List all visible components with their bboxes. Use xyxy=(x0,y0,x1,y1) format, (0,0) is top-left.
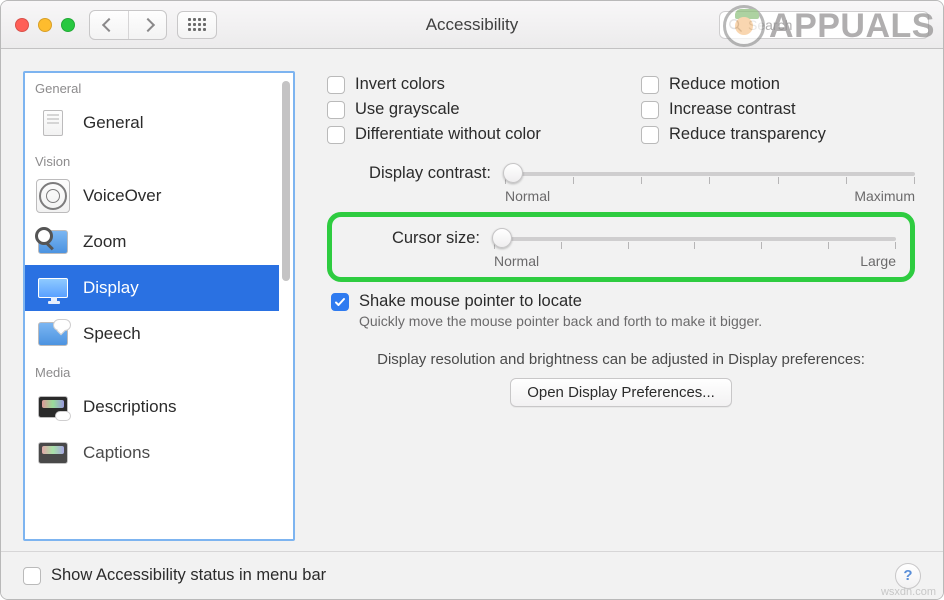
sidebar-item-general[interactable]: General xyxy=(25,100,279,146)
category-sidebar: General General Vision VoiceOver Zoom Di… xyxy=(23,71,295,541)
watermark-logo-icon xyxy=(723,5,765,47)
window-controls xyxy=(15,18,75,32)
checkbox[interactable] xyxy=(641,101,659,119)
sidebar-section-vision: Vision xyxy=(25,146,279,173)
option-use-grayscale[interactable]: Use grayscale xyxy=(327,100,601,119)
option-diff-without-color[interactable]: Differentiate without color xyxy=(327,125,601,144)
slider-knob[interactable] xyxy=(503,163,523,183)
sidebar-item-label: Speech xyxy=(83,324,141,344)
option-label: Invert colors xyxy=(355,75,445,94)
option-shake-mouse[interactable]: Shake mouse pointer to locate xyxy=(331,292,915,311)
checkbox[interactable] xyxy=(327,126,345,144)
display-options-grid: Invert colors Reduce motion Use grayscal… xyxy=(327,75,915,144)
zoom-icon xyxy=(35,227,71,257)
display-preferences-note: Display resolution and brightness can be… xyxy=(327,351,915,368)
grid-icon xyxy=(188,18,206,31)
sidebar-item-captions[interactable]: Captions xyxy=(25,430,279,476)
sidebar-section-media: Media xyxy=(25,357,279,384)
sidebar-section-general: General xyxy=(25,73,279,100)
checkbox[interactable] xyxy=(327,76,345,94)
shake-mouse-hint: Quickly move the mouse pointer back and … xyxy=(359,313,915,329)
cursor-size-row: Cursor size: Normal Large xyxy=(362,227,896,269)
sidebar-item-label: Zoom xyxy=(83,232,126,252)
checkbox[interactable] xyxy=(641,76,659,94)
checkbox[interactable] xyxy=(641,126,659,144)
sidebar-item-label: VoiceOver xyxy=(83,186,161,206)
option-label: Reduce motion xyxy=(669,75,780,94)
sidebar-item-label: Descriptions xyxy=(83,397,177,417)
show-all-button[interactable] xyxy=(177,11,217,39)
watermark-overlay: APPUALS xyxy=(723,5,935,47)
settings-pane: Invert colors Reduce motion Use grayscal… xyxy=(313,71,921,541)
slider-track xyxy=(505,172,915,176)
display-icon xyxy=(35,273,71,303)
sidebar-item-label: General xyxy=(83,113,143,133)
cursor-size-label: Cursor size: xyxy=(362,227,480,248)
sidebar-item-display[interactable]: Display xyxy=(25,265,279,311)
display-contrast-row: Display contrast: Normal Maximum xyxy=(351,162,915,204)
option-label: Shake mouse pointer to locate xyxy=(359,292,582,311)
sidebar-item-zoom[interactable]: Zoom xyxy=(25,219,279,265)
shake-mouse-block: Shake mouse pointer to locate Quickly mo… xyxy=(331,292,915,329)
watermark-text: APPUALS xyxy=(769,7,935,46)
cursor-size-slider[interactable] xyxy=(494,227,896,251)
slider-knob[interactable] xyxy=(492,228,512,248)
option-label: Show Accessibility status in menu bar xyxy=(51,566,326,585)
option-label: Differentiate without color xyxy=(355,125,541,144)
slider-ticks xyxy=(494,242,896,250)
minimize-window-button[interactable] xyxy=(38,18,52,32)
checkbox[interactable] xyxy=(331,293,349,311)
cursor-scale-labels: Normal Large xyxy=(494,251,896,269)
display-contrast-label: Display contrast: xyxy=(351,162,491,183)
display-contrast-slider[interactable] xyxy=(505,162,915,186)
content-area: General General Vision VoiceOver Zoom Di… xyxy=(1,49,943,551)
option-invert-colors[interactable]: Invert colors xyxy=(327,75,601,94)
sidebar-scrollbar-thumb[interactable] xyxy=(282,81,290,281)
option-label: Reduce transparency xyxy=(669,125,826,144)
zoom-window-button[interactable] xyxy=(61,18,75,32)
source-attribution: wsxdn.com xyxy=(881,586,936,598)
option-reduce-motion[interactable]: Reduce motion xyxy=(641,75,915,94)
descriptions-icon xyxy=(35,392,71,422)
open-display-preferences-button[interactable]: Open Display Preferences... xyxy=(510,378,732,407)
option-increase-contrast[interactable]: Increase contrast xyxy=(641,100,915,119)
slider-track xyxy=(494,237,896,241)
general-icon xyxy=(35,108,71,138)
window-footer: Show Accessibility status in menu bar ? xyxy=(1,551,943,599)
sidebar-item-voiceover[interactable]: VoiceOver xyxy=(25,173,279,219)
captions-icon xyxy=(35,438,71,468)
slider-ticks xyxy=(505,177,915,185)
sidebar-item-label: Display xyxy=(83,278,139,298)
option-show-status-menubar[interactable]: Show Accessibility status in menu bar xyxy=(23,566,326,585)
cursor-size-highlight: Cursor size: Normal Large xyxy=(327,212,915,282)
help-icon: ? xyxy=(903,567,912,584)
preferences-window: Accessibility APPUALS General General xyxy=(0,0,944,600)
sidebar-scrollbar[interactable] xyxy=(282,79,290,533)
sidebar-item-label: Captions xyxy=(83,443,150,463)
scale-max: Maximum xyxy=(854,188,915,204)
contrast-scale-labels: Normal Maximum xyxy=(505,186,915,204)
sidebar-item-descriptions[interactable]: Descriptions xyxy=(25,384,279,430)
option-label: Use grayscale xyxy=(355,100,460,119)
scale-min: Normal xyxy=(494,253,539,269)
nav-back-forward xyxy=(89,10,167,40)
scale-min: Normal xyxy=(505,188,550,204)
close-window-button[interactable] xyxy=(15,18,29,32)
sidebar-item-speech[interactable]: Speech xyxy=(25,311,279,357)
option-reduce-transparency[interactable]: Reduce transparency xyxy=(641,125,915,144)
back-button[interactable] xyxy=(90,11,128,39)
option-label: Increase contrast xyxy=(669,100,796,119)
checkbox[interactable] xyxy=(327,101,345,119)
scale-max: Large xyxy=(860,253,896,269)
voiceover-icon xyxy=(35,181,71,211)
checkbox[interactable] xyxy=(23,567,41,585)
speech-icon xyxy=(35,319,71,349)
forward-button[interactable] xyxy=(128,11,166,39)
help-button[interactable]: ? xyxy=(895,563,921,589)
